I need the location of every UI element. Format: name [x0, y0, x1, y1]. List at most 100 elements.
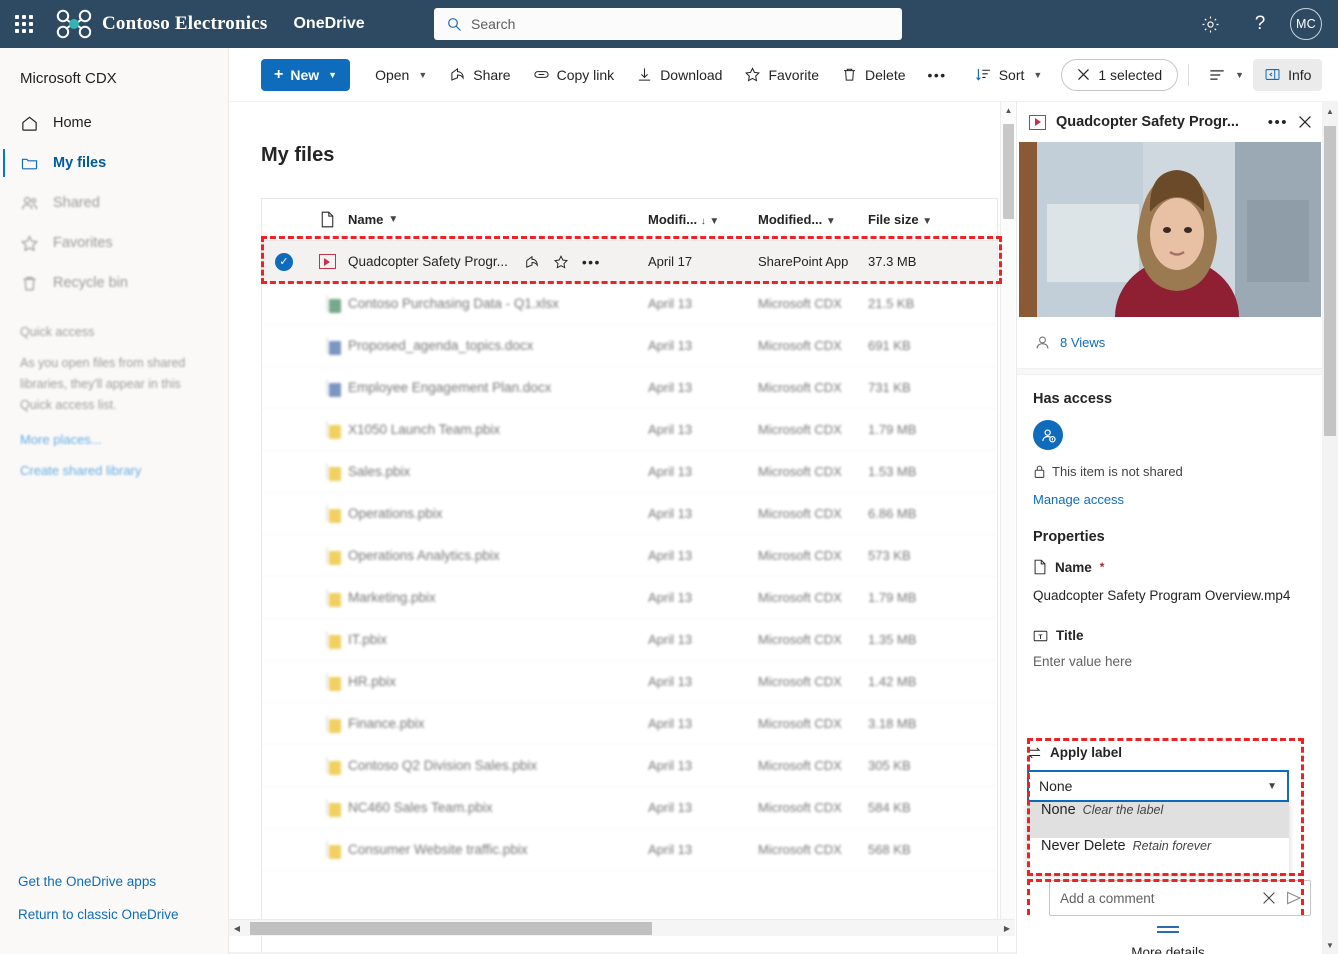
row-name-cell[interactable]: Operations Analytics.pbix	[348, 548, 648, 563]
table-row[interactable]: Sales.pbixApril 13Microsoft CDX1.53 MB	[262, 451, 997, 493]
app-launcher-icon[interactable]	[0, 0, 48, 48]
table-row[interactable]: Contoso Q2 Division Sales.pbixApril 13Mi…	[262, 745, 997, 787]
more-details-label[interactable]: More details	[1017, 945, 1319, 954]
view-options-button[interactable]: ▼	[1199, 59, 1253, 91]
selection-count-pill[interactable]: 1 selected	[1061, 59, 1178, 91]
scroll-up-icon[interactable]: ▲	[1322, 102, 1338, 120]
row-modified: April 13	[648, 548, 758, 563]
label-option-none[interactable]: None Clear the label	[1027, 802, 1289, 838]
title-property-input[interactable]: Enter value here	[1033, 654, 1306, 669]
row-name-cell[interactable]: Operations.pbix	[348, 506, 648, 521]
scrollbar-thumb[interactable]	[1003, 124, 1014, 219]
close-icon[interactable]	[1298, 115, 1312, 129]
files-horizontal-scrollbar[interactable]: ◀ ▶	[229, 919, 1015, 936]
column-header-modified[interactable]: Modifi... ↓ ▼	[648, 212, 758, 227]
grip-handle[interactable]	[1157, 926, 1179, 928]
views-count[interactable]: 8 Views	[1060, 335, 1105, 350]
row-name-cell[interactable]: Contoso Purchasing Data - Q1.xlsx	[348, 296, 648, 311]
row-name-cell[interactable]: X1050 Launch Team.pbix	[348, 422, 648, 437]
table-row[interactable]: HR.pbixApril 13Microsoft CDX1.42 MB	[262, 661, 997, 703]
sidebar-item-shared[interactable]: Shared	[0, 183, 228, 223]
row-name-cell[interactable]: Employee Engagement Plan.docx	[348, 380, 648, 395]
row-file-size: 21.5 KB	[868, 296, 968, 311]
get-onedrive-apps-link[interactable]: Get the OneDrive apps	[0, 874, 229, 907]
scrollbar-track[interactable]	[245, 920, 999, 937]
access-avatar[interactable]	[1033, 420, 1063, 450]
sort-icon	[975, 66, 992, 83]
row-name-cell[interactable]: Quadcopter Safety Progr...•••	[348, 254, 648, 270]
close-icon[interactable]	[1262, 891, 1276, 905]
table-row[interactable]: Employee Engagement Plan.docxApril 13Mic…	[262, 367, 997, 409]
scroll-left-icon[interactable]: ◀	[229, 920, 245, 937]
row-checkbox[interactable]: ✓	[262, 253, 306, 271]
trash-icon	[20, 274, 39, 293]
sidebar-item-my-files[interactable]: My files	[0, 143, 228, 183]
row-name-cell[interactable]: Consumer Website traffic.pbix	[348, 842, 648, 857]
table-row[interactable]: Operations.pbixApril 13Microsoft CDX6.86…	[262, 493, 997, 535]
avatar[interactable]: MC	[1290, 8, 1322, 40]
scrollbar-thumb[interactable]	[250, 922, 652, 935]
row-name-cell[interactable]: Contoso Q2 Division Sales.pbix	[348, 758, 648, 773]
row-name-cell[interactable]: HR.pbix	[348, 674, 648, 689]
table-row[interactable]: Contoso Purchasing Data - Q1.xlsxApril 1…	[262, 283, 997, 325]
manage-access-link[interactable]: Manage access	[1033, 492, 1124, 507]
table-row[interactable]: NC460 Sales Team.pbixApril 13Microsoft C…	[262, 787, 997, 829]
files-vertical-scrollbar[interactable]: ▲ ▼	[1000, 102, 1015, 931]
table-row[interactable]: Marketing.pbixApril 13Microsoft CDX1.79 …	[262, 577, 997, 619]
grip-handle[interactable]	[1157, 931, 1179, 933]
share-button[interactable]: Share	[440, 59, 519, 91]
sidebar-item-home[interactable]: Home	[0, 103, 228, 143]
column-header-name[interactable]: Name ▼	[348, 212, 648, 227]
label-option-never-delete[interactable]: Never Delete Retain forever	[1027, 838, 1289, 874]
table-row[interactable]: Consumer Website traffic.pbixApril 13Mic…	[262, 829, 997, 871]
more-commands-button[interactable]: •••	[919, 59, 956, 91]
favorite-button[interactable]: Favorite	[735, 59, 828, 91]
send-icon[interactable]	[1286, 891, 1302, 905]
ellipsis-icon[interactable]: •••	[1268, 114, 1288, 131]
scroll-up-icon[interactable]: ▲	[1001, 102, 1016, 119]
table-row[interactable]: IT.pbixApril 13Microsoft CDX1.35 MB	[262, 619, 997, 661]
comment-input[interactable]: Add a comment	[1060, 891, 1252, 906]
row-name-cell[interactable]: Marketing.pbix	[348, 590, 648, 605]
apply-label-dropdown[interactable]: None ▼	[1027, 770, 1289, 802]
column-header-modified-by[interactable]: Modified... ▼	[758, 212, 868, 227]
more-places-link[interactable]: More places...	[0, 416, 228, 447]
scroll-right-icon[interactable]: ▶	[999, 920, 1015, 937]
new-button[interactable]: + New ▼	[261, 59, 350, 91]
copy-link-button[interactable]: Copy link	[524, 59, 624, 91]
create-shared-library-link[interactable]: Create shared library	[0, 447, 228, 478]
row-name-cell[interactable]: NC460 Sales Team.pbix	[348, 800, 648, 815]
sidebar-item-favorites[interactable]: Favorites	[0, 223, 228, 263]
question-icon[interactable]: ?	[1238, 0, 1282, 48]
sidebar-item-recycle-bin[interactable]: Recycle bin	[0, 263, 228, 303]
delete-button[interactable]: Delete	[832, 59, 914, 91]
table-row[interactable]: Finance.pbixApril 13Microsoft CDX3.18 MB	[262, 703, 997, 745]
return-to-classic-link[interactable]: Return to classic OneDrive	[0, 907, 229, 940]
row-name-cell[interactable]: Sales.pbix	[348, 464, 648, 479]
table-row[interactable]: X1050 Launch Team.pbixApril 13Microsoft …	[262, 409, 997, 451]
name-property-value[interactable]: Quadcopter Safety Program Overview.mp4	[1033, 586, 1306, 606]
row-name-cell[interactable]: Proposed_agenda_topics.docx	[348, 338, 648, 353]
column-header-file-size[interactable]: File size ▼	[868, 212, 968, 227]
open-button[interactable]: Open ▼	[366, 59, 436, 91]
scroll-down-icon[interactable]: ▼	[1322, 936, 1338, 954]
more-details-section[interactable]: More details	[1017, 926, 1319, 954]
sort-button[interactable]: Sort ▼	[966, 59, 1052, 91]
gear-icon[interactable]	[1188, 0, 1232, 48]
table-row[interactable]: ✓Quadcopter Safety Progr...•••April 17Sh…	[262, 241, 997, 283]
scrollbar-thumb[interactable]	[1324, 126, 1336, 436]
details-vertical-scrollbar[interactable]: ▲ ▼	[1322, 102, 1338, 954]
search-input[interactable]	[471, 16, 851, 32]
comment-box[interactable]: Add a comment	[1049, 880, 1311, 916]
ellipsis-icon[interactable]: •••	[582, 254, 601, 270]
chevron-down-icon: ▼	[328, 70, 337, 80]
table-row[interactable]: Operations Analytics.pbixApril 13Microso…	[262, 535, 997, 577]
table-row[interactable]: Proposed_agenda_topics.docxApril 13Micro…	[262, 325, 997, 367]
search-box[interactable]	[434, 8, 902, 40]
info-pane-button[interactable]: Info	[1253, 59, 1322, 91]
video-thumbnail[interactable]	[1019, 142, 1321, 317]
download-button[interactable]: Download	[627, 59, 731, 91]
row-name-cell[interactable]: Finance.pbix	[348, 716, 648, 731]
app-name[interactable]: OneDrive	[293, 15, 364, 33]
row-name-cell[interactable]: IT.pbix	[348, 632, 648, 647]
